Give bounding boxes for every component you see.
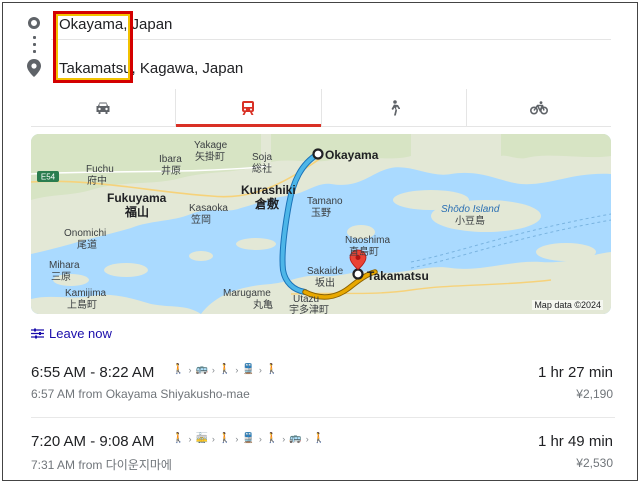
tab-driving[interactable] bbox=[31, 89, 177, 126]
map-label-okayama: Okayama bbox=[325, 148, 379, 162]
trip-times: 6:55 AM - 8:22 AM bbox=[31, 364, 155, 381]
map-canvas: E54 Okayama Takamatsu Kurashiki 倉敷 Fukuy… bbox=[31, 134, 611, 314]
destination-field[interactable]: Takamatsu, Kagawa, Japan bbox=[51, 53, 611, 83]
map-label-kamijima-jp: 上島町 bbox=[67, 298, 97, 311]
car-icon bbox=[96, 102, 110, 114]
map-label-fukuyama-jp: 福山 bbox=[124, 204, 149, 219]
map-label-naoshima-jp: 直島町 bbox=[349, 245, 379, 258]
map-label-kasaoka-jp: 笠岡 bbox=[191, 213, 211, 226]
train-icon bbox=[242, 100, 255, 115]
map-label-shodo-jp: 小豆島 bbox=[455, 214, 485, 227]
map-label-tamano: Tamano bbox=[307, 196, 343, 207]
trip-steps: 🚶 › 🚌 › 🚶 › 🚆 › 🚶 bbox=[172, 364, 279, 375]
walk-icon: 🚶 bbox=[265, 433, 279, 444]
map-label-ibara: Ibara bbox=[159, 154, 182, 165]
bus-icon: 🚌 bbox=[289, 433, 302, 444]
tab-walking[interactable] bbox=[322, 89, 467, 126]
map-label-soja: Soja bbox=[252, 152, 272, 163]
map-label-onomichi: Onomichi bbox=[64, 228, 106, 239]
walk-icon: 🚶 bbox=[265, 364, 279, 375]
map-label-ibara-jp: 井原 bbox=[161, 164, 181, 177]
map-attribution: Map data ©2024 bbox=[532, 300, 603, 310]
map-label-fukuyama: Fukuyama bbox=[107, 191, 167, 205]
map-label-onomichi-jp: 尾道 bbox=[77, 238, 97, 251]
origin-field[interactable]: Okayama, Japan bbox=[51, 10, 611, 40]
highway-label: E54 bbox=[41, 173, 56, 182]
walk-icon: 🚶 bbox=[172, 433, 185, 444]
map-label-marugame-jp: 丸亀 bbox=[253, 298, 273, 311]
walk-icon bbox=[391, 99, 400, 115]
leave-now-button[interactable]: Leave now bbox=[31, 324, 112, 342]
directions-panel: Okayama, Japan Takamatsu, Kagawa, Japan bbox=[2, 2, 638, 481]
trip-option[interactable]: 6:55 AM - 8:22 AM 🚶 › 🚌 › 🚶 › 🚆 › 🚶 6:57 AM … bbox=[31, 358, 615, 418]
destination-pin-icon bbox=[27, 59, 41, 77]
walk-icon: 🚶 bbox=[172, 364, 185, 375]
map-label-sakaide-jp: 坂出 bbox=[315, 276, 335, 289]
travel-mode-tabs bbox=[31, 89, 611, 127]
walk-icon: 🚶 bbox=[312, 433, 326, 444]
route-map[interactable]: E54 Okayama Takamatsu Kurashiki 倉敷 Fukuy… bbox=[31, 134, 611, 314]
trip-depart: 6:57 AM from Okayama Shiyakusho-mae bbox=[31, 387, 250, 401]
leave-now-label: Leave now bbox=[49, 325, 112, 341]
map-label-mihara-jp: 三原 bbox=[51, 271, 71, 283]
map-label-utazu: Utazu bbox=[293, 294, 319, 305]
map-label-kurashiki-jp: 倉敷 bbox=[254, 196, 280, 211]
trip-fare: ¥2,530 bbox=[576, 456, 613, 470]
route-dots-icon bbox=[32, 34, 36, 56]
map-label-yakage-jp: 矢掛町 bbox=[195, 150, 225, 163]
route-inputs: Okayama, Japan Takamatsu, Kagawa, Japan bbox=[3, 3, 637, 87]
map-label-yakage: Yakage bbox=[194, 140, 228, 151]
tram-icon: 🚋 bbox=[195, 433, 208, 444]
trip-duration: 1 hr 49 min bbox=[537, 433, 613, 450]
map-label-shodo: Shōdo Island bbox=[441, 204, 500, 215]
map-label-sakaide: Sakaide bbox=[307, 266, 344, 277]
map-label-soja-jp: 総社 bbox=[252, 162, 272, 175]
map-label-utazu-jp: 宇多津町 bbox=[289, 303, 329, 314]
map-label-kurashiki: Kurashiki bbox=[241, 183, 296, 197]
map-label-kamijima: Kamijima bbox=[65, 288, 107, 299]
route-rail bbox=[25, 17, 43, 81]
origin-marker bbox=[312, 148, 324, 160]
walk-icon: 🚶 bbox=[218, 433, 232, 444]
map-label-fuchu: Fuchu bbox=[86, 164, 114, 175]
trip-option[interactable]: 7:20 AM - 9:08 AM 🚶 › 🚋 › 🚶 › 🚆 › 🚶 › 🚌 › 🚶 7:… bbox=[31, 427, 615, 480]
map-label-marugame: Marugame bbox=[223, 288, 271, 299]
map-label-tamano-jp: 玉野 bbox=[311, 207, 331, 219]
trip-times: 7:20 AM - 9:08 AM bbox=[31, 433, 155, 450]
map-label-takamatsu: Takamatsu bbox=[367, 269, 429, 283]
walk-icon: 🚶 bbox=[218, 364, 232, 375]
train-icon: 🚆 bbox=[242, 364, 255, 375]
trip-depart: 7:31 AM from 다이운지마에 bbox=[31, 458, 172, 472]
map-label-kasaoka: Kasaoka bbox=[189, 203, 228, 214]
train-icon: 🚆 bbox=[242, 433, 255, 444]
map-label-mihara: Mihara bbox=[49, 260, 80, 271]
bike-icon bbox=[529, 100, 548, 114]
options-sliders-icon bbox=[31, 328, 44, 338]
trip-steps: 🚶 › 🚋 › 🚶 › 🚆 › 🚶 › 🚌 › 🚶 bbox=[172, 433, 326, 444]
origin-circle-icon bbox=[28, 17, 40, 29]
trip-duration: 1 hr 27 min bbox=[537, 364, 613, 381]
tab-cycling[interactable] bbox=[467, 89, 611, 126]
tab-transit[interactable] bbox=[176, 89, 322, 127]
map-label-fuchu-jp: 府中 bbox=[87, 174, 107, 187]
trip-fare: ¥2,190 bbox=[576, 387, 613, 401]
bus-icon: 🚌 bbox=[195, 364, 208, 375]
map-label-naoshima: Naoshima bbox=[345, 235, 390, 246]
